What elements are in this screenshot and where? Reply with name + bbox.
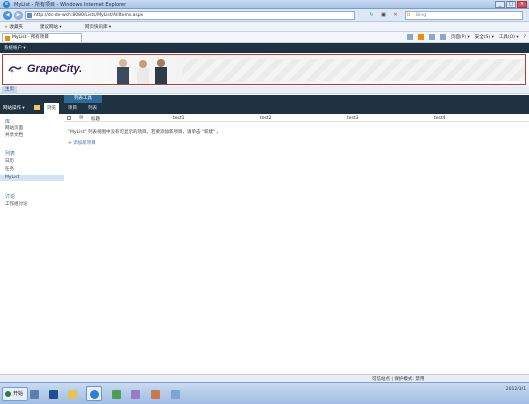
internet-explorer-icon[interactable] bbox=[86, 386, 102, 401]
bing-icon: b bbox=[407, 12, 411, 18]
help-menu[interactable]: ? bbox=[524, 35, 526, 40]
system-tray: 2012/3/1 bbox=[506, 387, 526, 393]
tools-menu[interactable]: 工具(O) ▾ bbox=[499, 34, 519, 40]
address-toolbar: ◀ ▶ http://dc-de-wsh:8080/Lists/MyList/A… bbox=[0, 9, 529, 22]
minimize-icon[interactable]: _ bbox=[495, 1, 505, 8]
window-title-bar: e MyList - 所有项目 - Windows Internet Explo… bbox=[0, 0, 529, 9]
favorites-button[interactable]: ★ 收藏夹 bbox=[4, 24, 23, 30]
nav-link-shared-docs[interactable]: 共享文档 bbox=[5, 132, 23, 138]
tab-list[interactable]: 列表 bbox=[88, 105, 97, 111]
browser-status-bar: 可信站点 | 保护模式: 禁用 bbox=[0, 374, 529, 382]
list-view: @ 标题 test1 test2 test3 test4 "MyList" 列表… bbox=[64, 114, 529, 374]
clock-date[interactable]: 2012/3/1 bbox=[506, 387, 526, 392]
print-icon[interactable] bbox=[439, 34, 446, 40]
page-menu[interactable]: 页面(P) ▾ bbox=[451, 34, 470, 40]
column-test3[interactable]: test3 bbox=[347, 116, 359, 121]
paint-icon[interactable] bbox=[147, 386, 163, 401]
select-all-checkbox[interactable] bbox=[67, 116, 71, 120]
empty-list-message: "MyList" 列表视图中没有可显示的项目。若要添加新项目，请单击 "新建" … bbox=[68, 130, 221, 135]
nav-link-site-pages[interactable]: 网站页面 bbox=[5, 125, 23, 131]
safety-menu[interactable]: 安全(S) ▾ bbox=[475, 34, 494, 40]
nav-link-mylist-label: MyList bbox=[5, 175, 20, 180]
banner-people-image bbox=[117, 59, 167, 84]
command-items: 页面(P) ▾ 安全(S) ▾ 工具(O) ▾ ? bbox=[406, 34, 526, 40]
window-title: MyList - 所有项目 - Windows Internet Explore… bbox=[14, 2, 127, 8]
address-input[interactable]: http://dc-de-wsh:8080/Lists/MyList/AllIt… bbox=[25, 11, 355, 20]
start-label: 开始 bbox=[13, 391, 24, 397]
quick-launch: 库 网站页面 共享文档 列表 日历 任务 MyList 讨论 工作组讨论 bbox=[0, 114, 64, 374]
forward-arrow-icon[interactable]: ▶ bbox=[14, 11, 23, 20]
nav-heading-discussions[interactable]: 讨论 bbox=[5, 193, 15, 200]
window-app-icon[interactable] bbox=[167, 386, 183, 401]
navigate-up-icon[interactable] bbox=[34, 105, 40, 110]
sharepoint-top-bar: 系统帐户 ▾ bbox=[0, 43, 529, 53]
column-test1[interactable]: test1 bbox=[173, 116, 185, 121]
fav-link-suggested[interactable]: 建议网站 ▾ bbox=[40, 24, 62, 30]
list-header-row: @ 标题 test1 test2 test3 test4 bbox=[64, 115, 529, 122]
browser-tab-title: MyList - 所有项目 bbox=[12, 35, 49, 40]
column-test4[interactable]: test4 bbox=[434, 116, 446, 121]
favorites-star-icon: ★ bbox=[4, 25, 9, 30]
sharepoint-favicon-icon bbox=[5, 36, 10, 41]
ie-logo-icon: e bbox=[3, 1, 10, 8]
column-title[interactable]: 标题 bbox=[91, 116, 100, 122]
window-controls: _ □ × bbox=[495, 1, 527, 8]
account-menu[interactable]: 系统帐户 ▾ bbox=[4, 45, 26, 51]
maximize-icon[interactable]: □ bbox=[506, 1, 516, 8]
favorites-bar: ★ 收藏夹 建议网站 ▾ 网页快讯库 ▾ bbox=[0, 22, 529, 32]
add-new-item-label: 添加新项目 bbox=[73, 141, 96, 146]
start-button[interactable]: 开始 bbox=[2, 387, 29, 401]
refresh-icon[interactable]: ↻ bbox=[368, 12, 375, 19]
nav-home[interactable]: 主页 bbox=[2, 86, 17, 94]
ribbon: 网站操作 ▾ 浏览 列表工具 项目 列表 bbox=[0, 95, 529, 114]
browser-tab[interactable]: MyList - 所有项目 bbox=[2, 33, 82, 42]
banner-pattern bbox=[183, 59, 525, 81]
attachment-icon: @ bbox=[79, 115, 84, 120]
home-icon[interactable] bbox=[406, 34, 413, 40]
search-input[interactable]: b Bing bbox=[405, 11, 523, 20]
explorer-folder-icon[interactable] bbox=[64, 386, 80, 401]
favorites-label: 收藏夹 bbox=[9, 25, 23, 30]
back-arrow-icon[interactable]: ◀ bbox=[3, 11, 12, 20]
mail-icon[interactable] bbox=[428, 34, 435, 40]
add-icon: + bbox=[68, 141, 72, 146]
site-actions-menu[interactable]: 网站操作 ▾ bbox=[3, 105, 25, 111]
tab-items[interactable]: 项目 bbox=[68, 105, 77, 111]
control-panel-icon[interactable] bbox=[108, 386, 124, 401]
nav-heading-libraries[interactable]: 库 bbox=[5, 118, 10, 125]
list-tools-group: 列表工具 bbox=[64, 95, 102, 103]
fav-link-webslice[interactable]: 网页快讯库 ▾ bbox=[85, 24, 111, 30]
site-banner: GrapeCity. bbox=[2, 54, 526, 85]
grapecity-logo-icon bbox=[8, 66, 22, 73]
close-icon[interactable]: × bbox=[517, 1, 527, 8]
feeds-icon[interactable] bbox=[417, 34, 424, 40]
address-value: http://dc-de-wsh:8080/Lists/MyList/AllIt… bbox=[34, 13, 144, 18]
column-test2[interactable]: test2 bbox=[260, 116, 272, 121]
nav-link-tasks[interactable]: 任务 bbox=[5, 166, 14, 172]
tab-browse[interactable]: 浏览 bbox=[44, 103, 59, 114]
top-nav: 主页 bbox=[0, 86, 529, 94]
nav-link-mylist[interactable]: MyList bbox=[0, 175, 64, 181]
nav-heading-lists[interactable]: 列表 bbox=[5, 150, 15, 157]
taskbar: 开始 2012/3/1 bbox=[0, 382, 529, 404]
search-placeholder: Bing bbox=[416, 13, 427, 18]
command-bar: MyList - 所有项目 页面(P) ▾ 安全(S) ▾ 工具(O) ▾ ? bbox=[0, 32, 529, 43]
stop-icon[interactable]: ✕ bbox=[392, 12, 399, 19]
site-logo-text[interactable]: GrapeCity. bbox=[27, 63, 82, 75]
windows-logo-icon bbox=[5, 391, 11, 397]
nav-link-calendar[interactable]: 日历 bbox=[5, 158, 14, 164]
add-new-item-link[interactable]: + 添加新项目 bbox=[68, 140, 96, 146]
server-manager-icon[interactable] bbox=[26, 386, 42, 401]
powershell-icon[interactable] bbox=[45, 386, 61, 401]
nav-link-team-discussion[interactable]: 工作组讨论 bbox=[5, 201, 28, 207]
page-icon bbox=[27, 13, 32, 18]
compatibility-icon[interactable]: ▣ bbox=[380, 12, 387, 19]
tools-app-icon[interactable] bbox=[127, 386, 143, 401]
